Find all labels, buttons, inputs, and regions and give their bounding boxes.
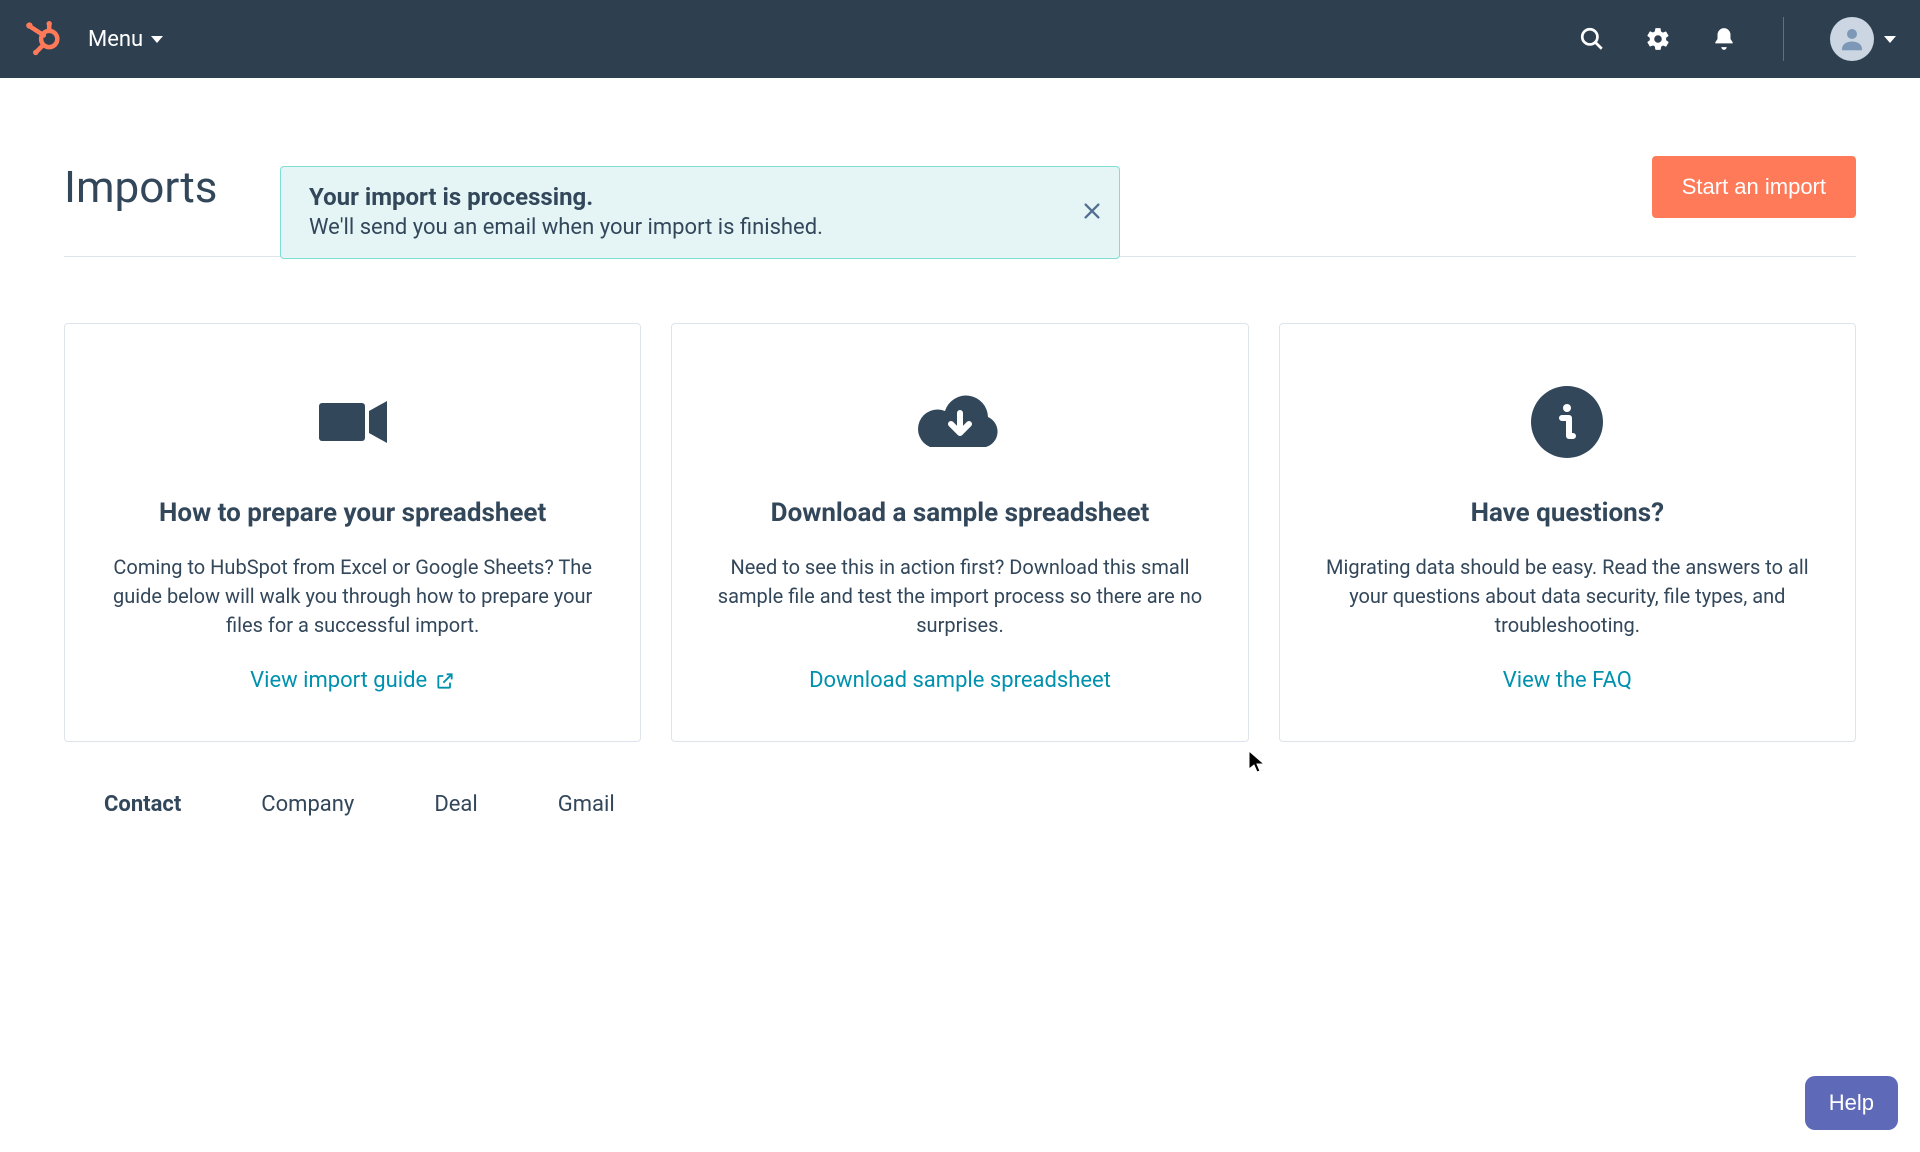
- card-desc: Coming to HubSpot from Excel or Google S…: [109, 553, 596, 640]
- tab-gmail[interactable]: Gmail: [558, 792, 615, 827]
- account-menu[interactable]: [1830, 17, 1896, 61]
- card-sample-spreadsheet: Download a sample spreadsheet Need to se…: [671, 323, 1248, 742]
- close-icon[interactable]: [1081, 200, 1103, 226]
- notifications-bell-icon[interactable]: [1711, 26, 1737, 52]
- chevron-down-icon: [1884, 36, 1896, 43]
- tab-company[interactable]: Company: [261, 792, 354, 827]
- page-body: Your import is processing. We'll send yo…: [0, 78, 1920, 827]
- help-cards: How to prepare your spreadsheet Coming t…: [64, 323, 1856, 742]
- chevron-down-icon: [151, 36, 163, 43]
- tabs: Contact Company Deal Gmail: [64, 742, 1856, 827]
- external-link-icon: [435, 671, 455, 691]
- tab-deal[interactable]: Deal: [434, 792, 477, 827]
- view-faq-link[interactable]: View the FAQ: [1503, 668, 1632, 693]
- info-icon: [1529, 384, 1605, 460]
- avatar: [1830, 17, 1874, 61]
- nav-right: [1579, 17, 1896, 61]
- card-link-label: View import guide: [250, 668, 427, 693]
- nav-divider: [1783, 17, 1784, 61]
- view-import-guide-link[interactable]: View import guide: [250, 668, 455, 693]
- card-link-label: View the FAQ: [1503, 668, 1632, 693]
- nav-left: Menu: [24, 21, 163, 57]
- download-sample-link[interactable]: Download sample spreadsheet: [809, 668, 1111, 693]
- alert-subtitle: We'll send you an email when your import…: [309, 215, 1063, 240]
- card-link-label: Download sample spreadsheet: [809, 668, 1111, 693]
- alert-title: Your import is processing.: [309, 183, 1063, 211]
- card-prepare-spreadsheet: How to prepare your spreadsheet Coming t…: [64, 323, 641, 742]
- card-faq: Have questions? Migrating data should be…: [1279, 323, 1856, 742]
- card-title: Have questions?: [1471, 496, 1664, 531]
- card-title: How to prepare your spreadsheet: [159, 496, 546, 531]
- cloud-download-icon: [910, 384, 1010, 460]
- card-desc: Need to see this in action first? Downlo…: [716, 553, 1203, 640]
- processing-alert: Your import is processing. We'll send yo…: [280, 166, 1120, 259]
- search-icon[interactable]: [1579, 26, 1605, 52]
- page-title: Imports: [64, 161, 217, 213]
- menu-dropdown[interactable]: Menu: [88, 27, 163, 52]
- card-title: Download a sample spreadsheet: [771, 496, 1150, 531]
- menu-label: Menu: [88, 27, 143, 52]
- top-nav: Menu: [0, 0, 1920, 78]
- help-button[interactable]: Help: [1805, 1076, 1898, 1130]
- start-import-button[interactable]: Start an import: [1652, 156, 1856, 218]
- video-camera-icon: [313, 384, 393, 460]
- settings-gear-icon[interactable]: [1645, 26, 1671, 52]
- hubspot-logo[interactable]: [24, 21, 60, 57]
- card-desc: Migrating data should be easy. Read the …: [1324, 553, 1811, 640]
- tab-contact[interactable]: Contact: [104, 792, 181, 827]
